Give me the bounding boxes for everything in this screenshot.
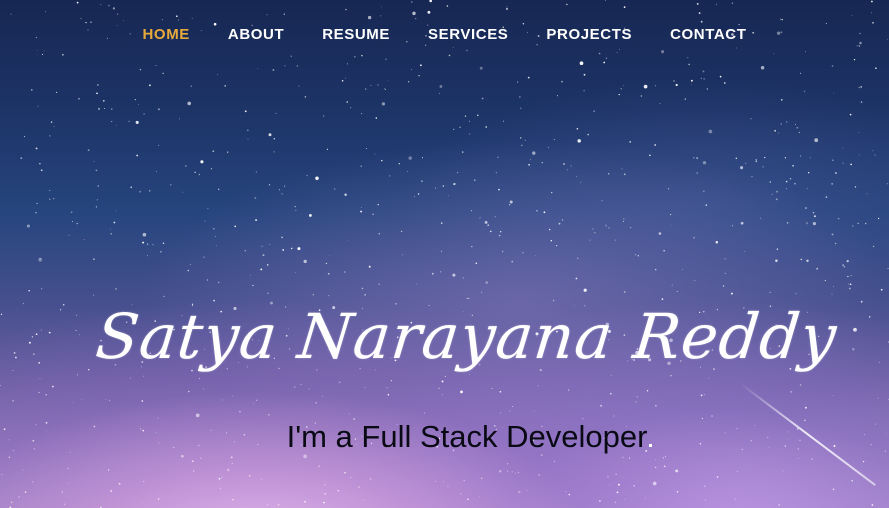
nav-home[interactable]: HOME	[124, 24, 209, 46]
nav-projects[interactable]: PROJECTS	[527, 24, 651, 46]
hero-tagline: I'm a Full Stack Developer	[286, 419, 648, 454]
nav-resume[interactable]: RESUME	[303, 24, 409, 46]
nav-about[interactable]: ABOUT	[209, 24, 303, 46]
nav-services[interactable]: SERVICES	[409, 24, 527, 46]
hero-tagline-wrap: I'm a Full Stack Developer	[25, 419, 889, 455]
hero-name: Satya Narayana Reddy	[92, 300, 841, 373]
nav-contact[interactable]: CONTACT	[651, 24, 765, 46]
main-nav: HOME ABOUT RESUME SERVICES PROJECTS CONT…	[0, 24, 889, 46]
typing-cursor	[649, 444, 653, 447]
